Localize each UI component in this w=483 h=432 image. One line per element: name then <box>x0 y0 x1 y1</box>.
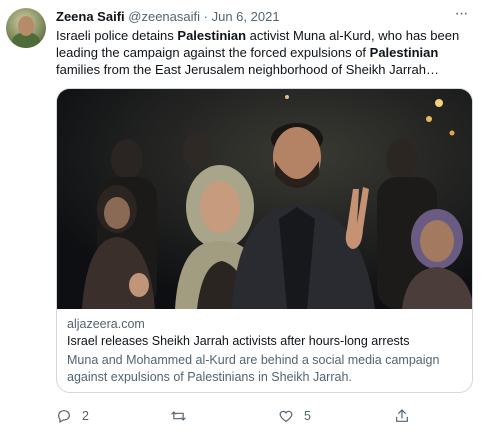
retweet-button[interactable] <box>170 404 197 428</box>
reply-count: 2 <box>82 409 89 423</box>
like-button[interactable]: 5 <box>278 404 311 428</box>
reply-button[interactable]: 2 <box>56 404 89 428</box>
card-image[interactable] <box>57 89 472 309</box>
tweet-text-part: families from the East Jerusalem neighbo… <box>56 62 439 77</box>
avatar[interactable] <box>6 8 46 48</box>
tweet-actions: 2 5 <box>56 404 476 428</box>
separator-dot: · <box>203 9 208 24</box>
reply-icon <box>58 410 70 424</box>
share-button[interactable] <box>394 404 420 428</box>
tweet-date[interactable]: Jun 6, 2021 <box>212 9 280 24</box>
tweet-text: Israeli police detains Palestinian activ… <box>56 27 472 78</box>
card-description: Muna and Mohammed al-Kurd are behind a s… <box>67 353 440 384</box>
author-handle[interactable]: @zeenasaifi <box>128 9 200 24</box>
tweet-text-bold: Palestinian <box>369 45 439 60</box>
like-count: 5 <box>304 409 311 423</box>
retweet-icon <box>171 411 186 421</box>
tweet[interactable]: Zeena Saifi @zeenasaifi · Jun 6, 2021 ··… <box>0 0 483 432</box>
tweet-text-part: Israeli police detains <box>56 28 178 43</box>
share-icon <box>396 409 408 422</box>
heart-icon <box>279 410 293 423</box>
card-photo <box>57 89 472 309</box>
more-horizontal-icon[interactable]: ··· <box>451 6 471 22</box>
card-title: Israel releases Sheikh Jarrah activists … <box>67 334 410 348</box>
tweet-header: Zeena Saifi @zeenasaifi · Jun 6, 2021 <box>56 8 280 25</box>
link-card[interactable]: aljazeera.com Israel releases Sheikh Jar… <box>56 88 473 393</box>
author-name[interactable]: Zeena Saifi <box>56 9 125 24</box>
card-domain: aljazeera.com <box>67 317 145 331</box>
tweet-text-bold: Palestinian <box>177 28 247 43</box>
card-meta[interactable]: aljazeera.com Israel releases Sheikh Jar… <box>67 316 467 386</box>
avatar-face <box>18 16 34 36</box>
